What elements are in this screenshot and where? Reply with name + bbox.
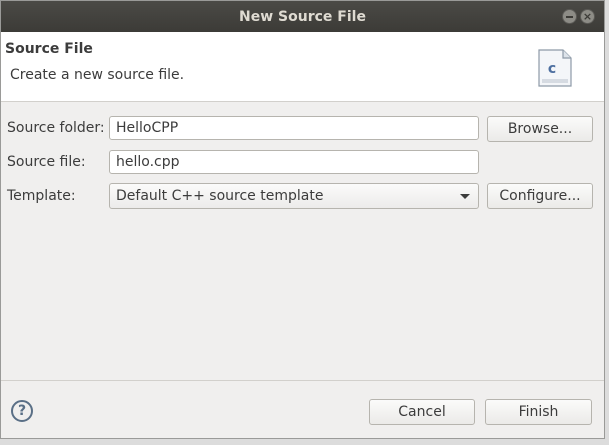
browse-button[interactable]: Browse... <box>487 116 593 142</box>
finish-button[interactable]: Finish <box>485 399 592 425</box>
close-icon: × <box>582 10 593 23</box>
source-folder-input[interactable] <box>109 116 479 140</box>
minimize-icon <box>566 15 573 18</box>
window-title: New Source File <box>239 8 366 25</box>
configure-button[interactable]: Configure... <box>487 183 593 209</box>
template-select[interactable]: Default C++ source template <box>109 183 479 209</box>
source-file-label: Source file: <box>7 154 86 170</box>
minimize-button[interactable] <box>562 9 577 24</box>
close-button[interactable]: × <box>580 9 595 24</box>
title-bar: New Source File × <box>1 1 604 32</box>
help-icon[interactable]: ? <box>11 400 33 422</box>
banner-description: Create a new source file. <box>10 67 185 83</box>
c-source-file-icon: c <box>538 49 572 87</box>
header-banner: Source File Create a new source file. c <box>1 32 604 102</box>
template-label: Template: <box>7 188 76 204</box>
template-select-value: Default C++ source template <box>116 188 324 204</box>
footer-separator <box>1 380 604 381</box>
file-icon-letter: c <box>548 61 556 77</box>
banner-title: Source File <box>5 41 93 57</box>
dialog-window: New Source File × Source File Create a n… <box>0 0 605 439</box>
source-file-input[interactable] <box>109 150 479 174</box>
chevron-down-icon <box>460 194 470 199</box>
cancel-button[interactable]: Cancel <box>369 399 475 425</box>
source-folder-label: Source folder: <box>7 120 105 136</box>
